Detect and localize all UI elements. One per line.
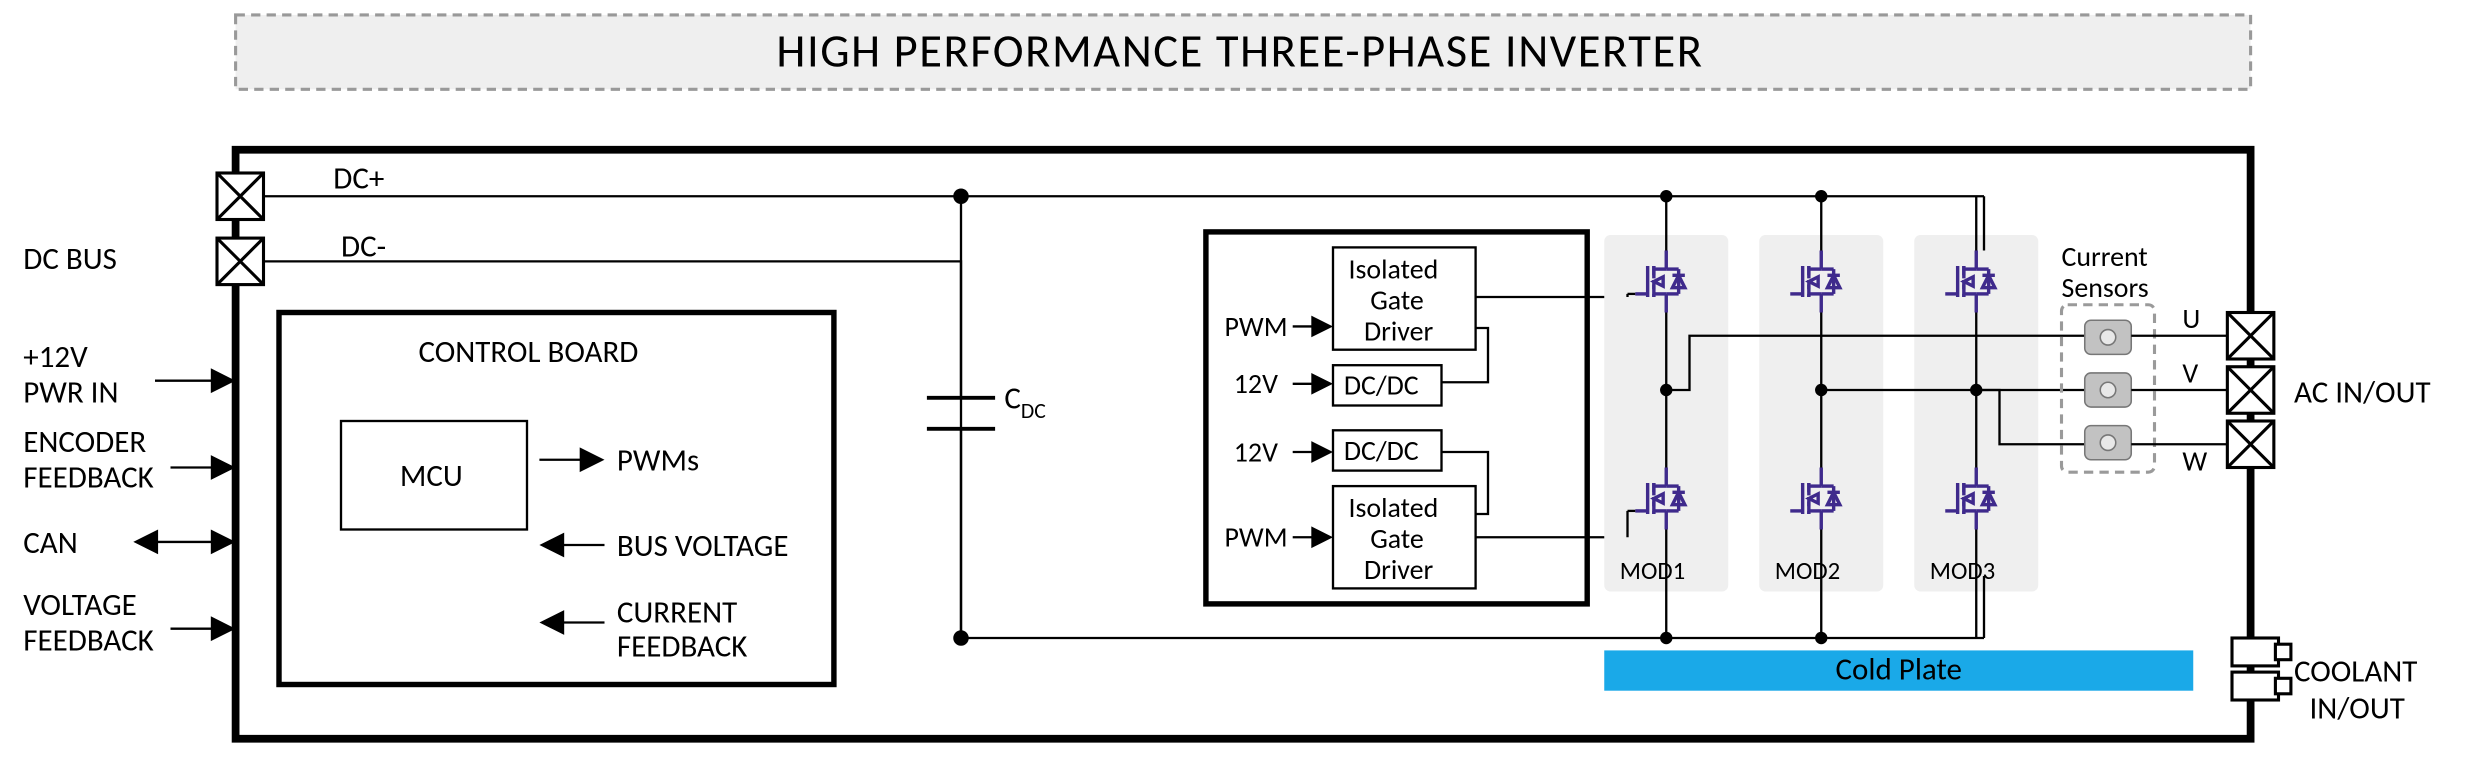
coolant-label-line2: IN/OUT [2310, 690, 2405, 728]
arrow-bidir-can [133, 530, 235, 555]
phase-w-label: W [2182, 445, 2207, 479]
cold-plate-label: Cold Plate [1836, 651, 1962, 689]
page-title: HIGH PERFORMANCE THREE-PHASE INVERTER [776, 23, 1703, 79]
pwm-top-label: PWM [1225, 310, 1288, 344]
iso-top-line1: Isolated [1349, 252, 1439, 286]
dcdc-bot-label: DC/DC [1344, 434, 1419, 468]
arrow-in-12v-top [1293, 373, 1333, 395]
ifb-label-line1: CURRENT [617, 594, 737, 632]
mod2-label: MOD2 [1775, 555, 1840, 586]
coolant-port-bottom [2232, 672, 2291, 700]
encoder-label-line2: FEEDBACK [23, 459, 154, 497]
iso-top-line2: Gate [1370, 283, 1424, 317]
terminal-ac-u [2227, 313, 2274, 360]
terminal-ac-w [2227, 421, 2274, 468]
mod3-label: MOD3 [1930, 555, 1995, 586]
v12-top-label: 12V [1234, 367, 1278, 401]
pwm-bot-label: PWM [1225, 521, 1288, 555]
cs-title-line1: Current [2062, 240, 2148, 274]
dcminus-label: DC- [341, 228, 386, 266]
pwr12-label-line1: +12V [23, 338, 88, 376]
arrow-in-busv [539, 533, 604, 558]
cs-title-line2: Sensors [2062, 271, 2149, 305]
mod1-label: MOD1 [1620, 555, 1685, 586]
iso-bot-line2: Gate [1370, 522, 1424, 556]
arrow-in-pwr12 [155, 368, 236, 393]
pwms-label: PWMs [617, 442, 699, 480]
busv-label: BUS VOLTAGE [617, 527, 789, 565]
ifb-label-line2: FEEDBACK [617, 628, 747, 666]
phase-u-label: U [2182, 302, 2200, 336]
wire-dcminus-drop [264, 261, 962, 638]
mcu-label: MCU [400, 457, 463, 495]
coolant-label-line1: COOLANT [2294, 652, 2417, 690]
arrow-in-encoder [171, 455, 236, 480]
iso-bot-line3: Driver [1364, 553, 1433, 587]
coolant-port-top [2232, 638, 2291, 666]
wire-dcdc-top-link [1442, 328, 1489, 382]
control-board-label: CONTROL BOARD [419, 333, 639, 371]
arrow-in-ifb [539, 610, 604, 635]
arrow-in-vfb [171, 616, 236, 641]
terminal-ac-v [2227, 367, 2274, 414]
dcbus-label: DC BUS [23, 240, 117, 278]
phase-v-label: V [2182, 356, 2198, 390]
arrow-in-pwm-top [1293, 316, 1333, 338]
vfb-label-line2: FEEDBACK [23, 621, 154, 659]
dcdc-top-label: DC/DC [1344, 369, 1419, 403]
can-label: CAN [23, 524, 77, 562]
arrow-in-12v-bot [1293, 441, 1333, 463]
iso-bot-line1: Isolated [1349, 491, 1439, 525]
encoder-label-line1: ENCODER [23, 423, 146, 461]
iso-top-line3: Driver [1364, 314, 1433, 348]
terminal-dc-minus [217, 238, 264, 285]
v12-bot-label: 12V [1234, 435, 1278, 469]
arrow-out-pwms [539, 447, 604, 472]
dcplus-label: DC+ [333, 160, 384, 198]
cdc-label: CDC [1004, 380, 1046, 424]
terminal-dc-plus [217, 173, 264, 220]
inverter-diagram: HIGH PERFORMANCE THREE-PHASE INVERTER DC… [0, 0, 2480, 780]
pwr12-label-line2: PWR IN [23, 373, 118, 411]
arrow-in-pwm-bot [1293, 526, 1333, 548]
vfb-label-line1: VOLTAGE [23, 586, 137, 624]
wire-dcdc-bot-link [1442, 452, 1489, 514]
ac-label: AC IN/OUT [2294, 373, 2431, 411]
